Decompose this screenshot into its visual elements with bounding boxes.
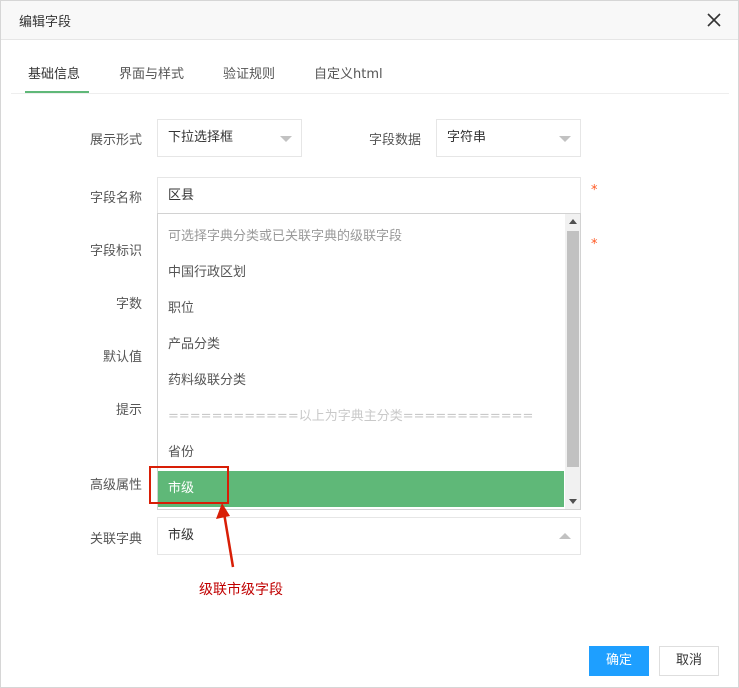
field-name-label: 字段名称 xyxy=(89,191,142,206)
char-count-label: 字数 xyxy=(115,297,142,312)
required-mark: * xyxy=(591,237,598,252)
field-data-label: 字段数据 xyxy=(368,133,421,148)
active-tab-indicator xyxy=(25,91,89,93)
dialog-title: 编辑字段 xyxy=(19,15,72,30)
required-mark: * xyxy=(591,183,598,198)
tab-basic-info[interactable]: 基础信息 xyxy=(28,63,80,82)
field-name-input[interactable]: 区县 xyxy=(157,177,581,215)
confirm-button[interactable]: 确定 xyxy=(589,646,649,676)
dropdown-option-placeholder[interactable]: 可选择字典分类或已关联字典的级联字段 xyxy=(158,219,564,255)
scroll-down-icon[interactable] xyxy=(569,499,577,504)
chevron-down-icon xyxy=(559,136,571,142)
display-form-select[interactable]: 下拉选择框 xyxy=(157,119,302,157)
advanced-attr-label: 高级属性 xyxy=(89,478,142,493)
related-dict-label: 关联字典 xyxy=(89,532,142,547)
highlight-box xyxy=(149,466,229,504)
field-name-value: 区县 xyxy=(168,188,195,203)
field-data-value: 字符串 xyxy=(447,130,487,145)
close-icon[interactable] xyxy=(703,9,725,31)
dropdown-option[interactable]: 职位 xyxy=(158,291,564,327)
dropdown-option[interactable]: 产品分类 xyxy=(158,327,564,363)
tab-custom-html[interactable]: 自定义html xyxy=(314,63,383,82)
tab-ui-style[interactable]: 界面与样式 xyxy=(119,63,184,82)
scroll-thumb[interactable] xyxy=(567,231,579,467)
chevron-down-icon xyxy=(280,136,292,142)
field-id-label: 字段标识 xyxy=(89,244,142,259)
edit-field-dialog: 编辑字段 基础信息 界面与样式 验证规则 自定义html 展示形式 下拉选择框 … xyxy=(0,0,739,688)
tab-validation[interactable]: 验证规则 xyxy=(223,63,275,82)
hint-label: 提示 xyxy=(115,403,142,418)
default-value-label: 默认值 xyxy=(102,350,142,365)
cancel-button[interactable]: 取消 xyxy=(659,646,719,676)
related-dict-value: 市级 xyxy=(168,528,195,543)
scroll-up-icon[interactable] xyxy=(569,219,577,224)
display-form-value: 下拉选择框 xyxy=(168,130,234,145)
tab-bar: 基础信息 界面与样式 验证规则 自定义html xyxy=(11,53,729,94)
dialog-header: 编辑字段 xyxy=(1,1,738,40)
dropdown-scrollbar[interactable] xyxy=(565,214,580,509)
annotation-arrow-icon xyxy=(216,503,235,568)
dropdown-divider: ============以上为字典主分类============ xyxy=(168,409,534,424)
dropdown-option[interactable]: 中国行政区划 xyxy=(158,255,564,291)
display-form-label: 展示形式 xyxy=(89,133,142,148)
dropdown-option[interactable]: 药料级联分类 xyxy=(158,363,564,399)
annotation-text: 级联市级字段 xyxy=(199,582,283,598)
field-data-select[interactable]: 字符串 xyxy=(436,119,581,157)
chevron-up-icon xyxy=(559,533,571,539)
